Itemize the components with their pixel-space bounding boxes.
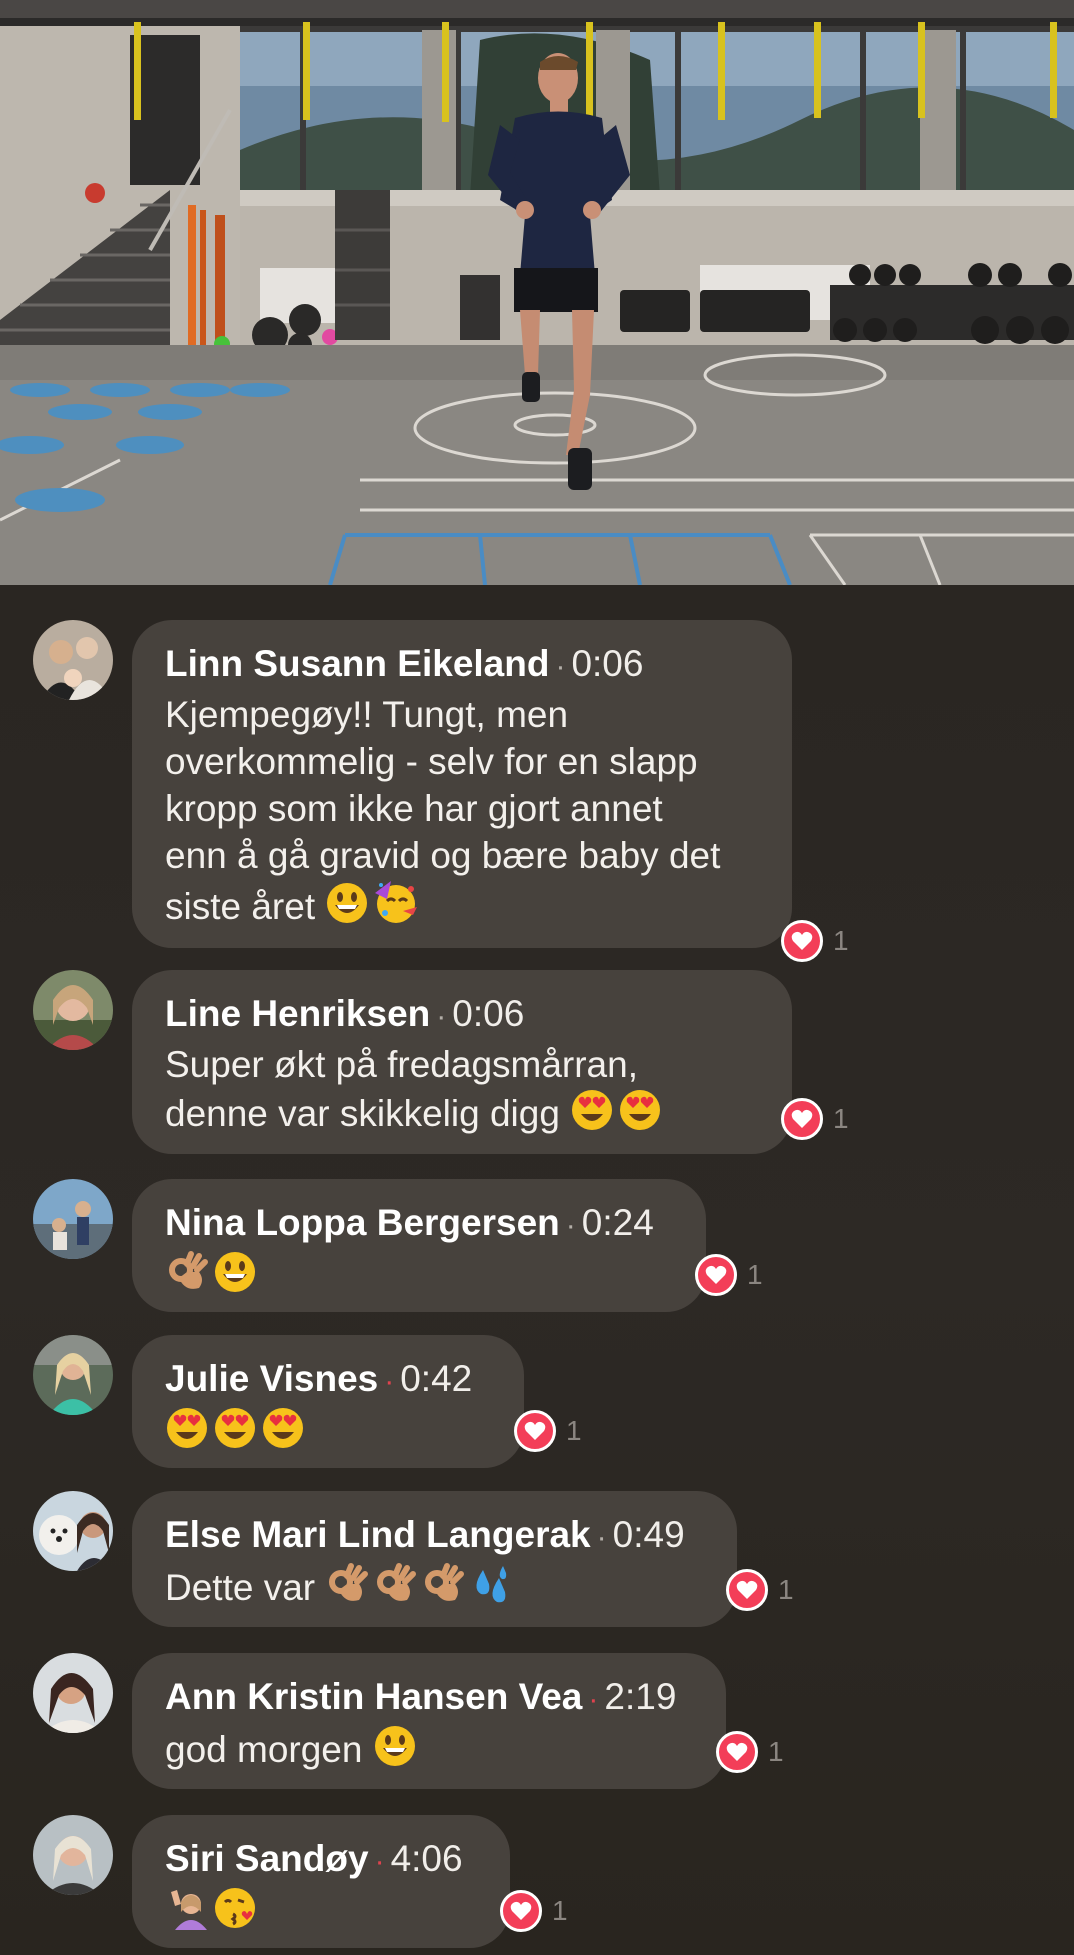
comment-line-text: Dette var bbox=[165, 1567, 316, 1608]
reaction-count: 1 bbox=[778, 1574, 794, 1605]
reaction-badge[interactable]: 1 bbox=[716, 1731, 784, 1773]
grinning-face-icon bbox=[325, 881, 369, 936]
comment-line-text: siste året bbox=[165, 886, 316, 927]
reaction-badge[interactable]: 1 bbox=[781, 920, 849, 962]
commenter-name[interactable]: Siri Sandøy bbox=[165, 1838, 369, 1879]
avatar[interactable] bbox=[33, 1179, 113, 1259]
comment-text bbox=[165, 1406, 490, 1461]
ok-hand-icon bbox=[165, 1250, 209, 1305]
partying-face-icon bbox=[373, 879, 419, 936]
commenter-name[interactable]: Line Henriksen bbox=[165, 993, 430, 1034]
comment-text: Kjempegøy!! Tungt, men overkommelig - se… bbox=[165, 691, 758, 936]
comment-text: Super økt på fredagsmårran, denne var sk… bbox=[165, 1041, 758, 1143]
heart-icon bbox=[695, 1254, 737, 1296]
video-player[interactable] bbox=[0, 0, 1074, 585]
comment-timestamp[interactable]: 0:49 bbox=[613, 1514, 685, 1555]
heart-icon bbox=[781, 1098, 823, 1140]
avatar[interactable] bbox=[33, 1653, 113, 1733]
commenter-name[interactable]: Else Mari Lind Langerak bbox=[165, 1514, 591, 1555]
avatar[interactable] bbox=[33, 620, 113, 700]
reaction-count: 1 bbox=[566, 1415, 582, 1446]
comment-line-text: god morgen bbox=[165, 1729, 363, 1770]
comment-timestamp[interactable]: 0:24 bbox=[582, 1202, 654, 1243]
heart-eyes-icon bbox=[165, 1406, 209, 1461]
reaction-count: 1 bbox=[552, 1895, 568, 1926]
commenter-name[interactable]: Julie Visnes bbox=[165, 1358, 378, 1399]
ok-hand-icon bbox=[325, 1562, 369, 1617]
comment-text: god morgen bbox=[165, 1724, 692, 1779]
reaction-count: 1 bbox=[768, 1736, 784, 1767]
heart-icon bbox=[500, 1890, 542, 1932]
comment-line: kropp som ikke har gjort annet bbox=[165, 788, 663, 829]
reaction-badge[interactable]: 1 bbox=[695, 1254, 763, 1296]
comment-line-text: denne var skikkelig digg bbox=[165, 1093, 560, 1134]
comment-bubble[interactable]: Line Henriksen · 0:06 Super økt på fredags… bbox=[132, 970, 792, 1154]
avatar[interactable] bbox=[33, 1491, 113, 1571]
reaction-count: 1 bbox=[833, 925, 849, 956]
reaction-badge[interactable]: 1 bbox=[726, 1569, 794, 1611]
ok-hand-icon bbox=[421, 1562, 465, 1617]
grinning-face-icon bbox=[373, 1724, 417, 1779]
separator: · bbox=[555, 650, 566, 683]
heart-eyes-icon bbox=[570, 1088, 614, 1143]
comments-list: Linn Susann Eikeland · 0:06 Kjempegøy!! Tu… bbox=[0, 585, 1074, 1955]
comment-bubble[interactable]: Siri Sandøy · 4:06 bbox=[132, 1815, 510, 1948]
separator: · bbox=[384, 1365, 395, 1398]
heart-eyes-icon bbox=[213, 1406, 257, 1461]
reaction-badge[interactable]: 1 bbox=[781, 1098, 849, 1140]
comment-timestamp[interactable]: 0:06 bbox=[452, 993, 524, 1034]
sweat-droplets-icon bbox=[469, 1562, 513, 1617]
comment-text bbox=[165, 1886, 476, 1941]
video-frame bbox=[0, 0, 1074, 585]
avatar[interactable] bbox=[33, 1815, 113, 1895]
heart-eyes-icon bbox=[618, 1088, 662, 1143]
comment-bubble[interactable]: Linn Susann Eikeland · 0:06 Kjempegøy!! Tu… bbox=[132, 620, 792, 948]
commenter-name[interactable]: Linn Susann Eikeland bbox=[165, 643, 549, 684]
reaction-count: 1 bbox=[833, 1103, 849, 1134]
heart-icon bbox=[726, 1569, 768, 1611]
ok-hand-icon bbox=[373, 1562, 417, 1617]
grinning-face-icon bbox=[213, 1250, 257, 1305]
comment-bubble[interactable]: Ann Kristin Hansen Vea · 2:19 god morgen bbox=[132, 1653, 726, 1789]
raising-hand-icon bbox=[165, 1886, 209, 1941]
comment-line: siste året bbox=[165, 879, 758, 936]
separator: · bbox=[596, 1521, 607, 1554]
commenter-name[interactable]: Nina Loppa Bergersen bbox=[165, 1202, 560, 1243]
reaction-badge[interactable]: 1 bbox=[514, 1410, 582, 1452]
comment-bubble[interactable]: Else Mari Lind Langerak · 0:49 Dette var bbox=[132, 1491, 737, 1627]
comment-timestamp[interactable]: 4:06 bbox=[391, 1838, 463, 1879]
heart-icon bbox=[781, 920, 823, 962]
avatar[interactable] bbox=[33, 1335, 113, 1415]
separator: · bbox=[565, 1209, 576, 1242]
separator: · bbox=[374, 1845, 385, 1878]
comment-line: overkommelig - selv for en slapp bbox=[165, 741, 698, 782]
comment-line: Kjempegøy!! Tungt, men bbox=[165, 694, 569, 735]
comment-line: enn å gå gravid og bære baby det bbox=[165, 835, 721, 876]
separator: · bbox=[436, 1000, 447, 1033]
comment-text: Dette var bbox=[165, 1562, 703, 1617]
comment-bubble[interactable]: Nina Loppa Bergersen · 0:24 bbox=[132, 1179, 706, 1312]
comment-line: Super økt på fredagsmårran, bbox=[165, 1044, 638, 1085]
comment-timestamp[interactable]: 2:19 bbox=[604, 1676, 676, 1717]
reaction-count: 1 bbox=[747, 1259, 763, 1290]
comment-text bbox=[165, 1250, 672, 1305]
avatar[interactable] bbox=[33, 970, 113, 1050]
comment-bubble[interactable]: Julie Visnes · 0:42 bbox=[132, 1335, 524, 1468]
comment-line: denne var skikkelig digg bbox=[165, 1088, 758, 1143]
reaction-badge[interactable]: 1 bbox=[500, 1890, 568, 1932]
heart-icon bbox=[716, 1731, 758, 1773]
comment-timestamp[interactable]: 0:06 bbox=[571, 643, 643, 684]
comment-timestamp[interactable]: 0:42 bbox=[400, 1358, 472, 1399]
separator: · bbox=[588, 1683, 599, 1716]
heart-icon bbox=[514, 1410, 556, 1452]
heart-eyes-icon bbox=[261, 1406, 305, 1461]
commenter-name[interactable]: Ann Kristin Hansen Vea bbox=[165, 1676, 582, 1717]
kissing-heart-icon bbox=[213, 1886, 257, 1941]
